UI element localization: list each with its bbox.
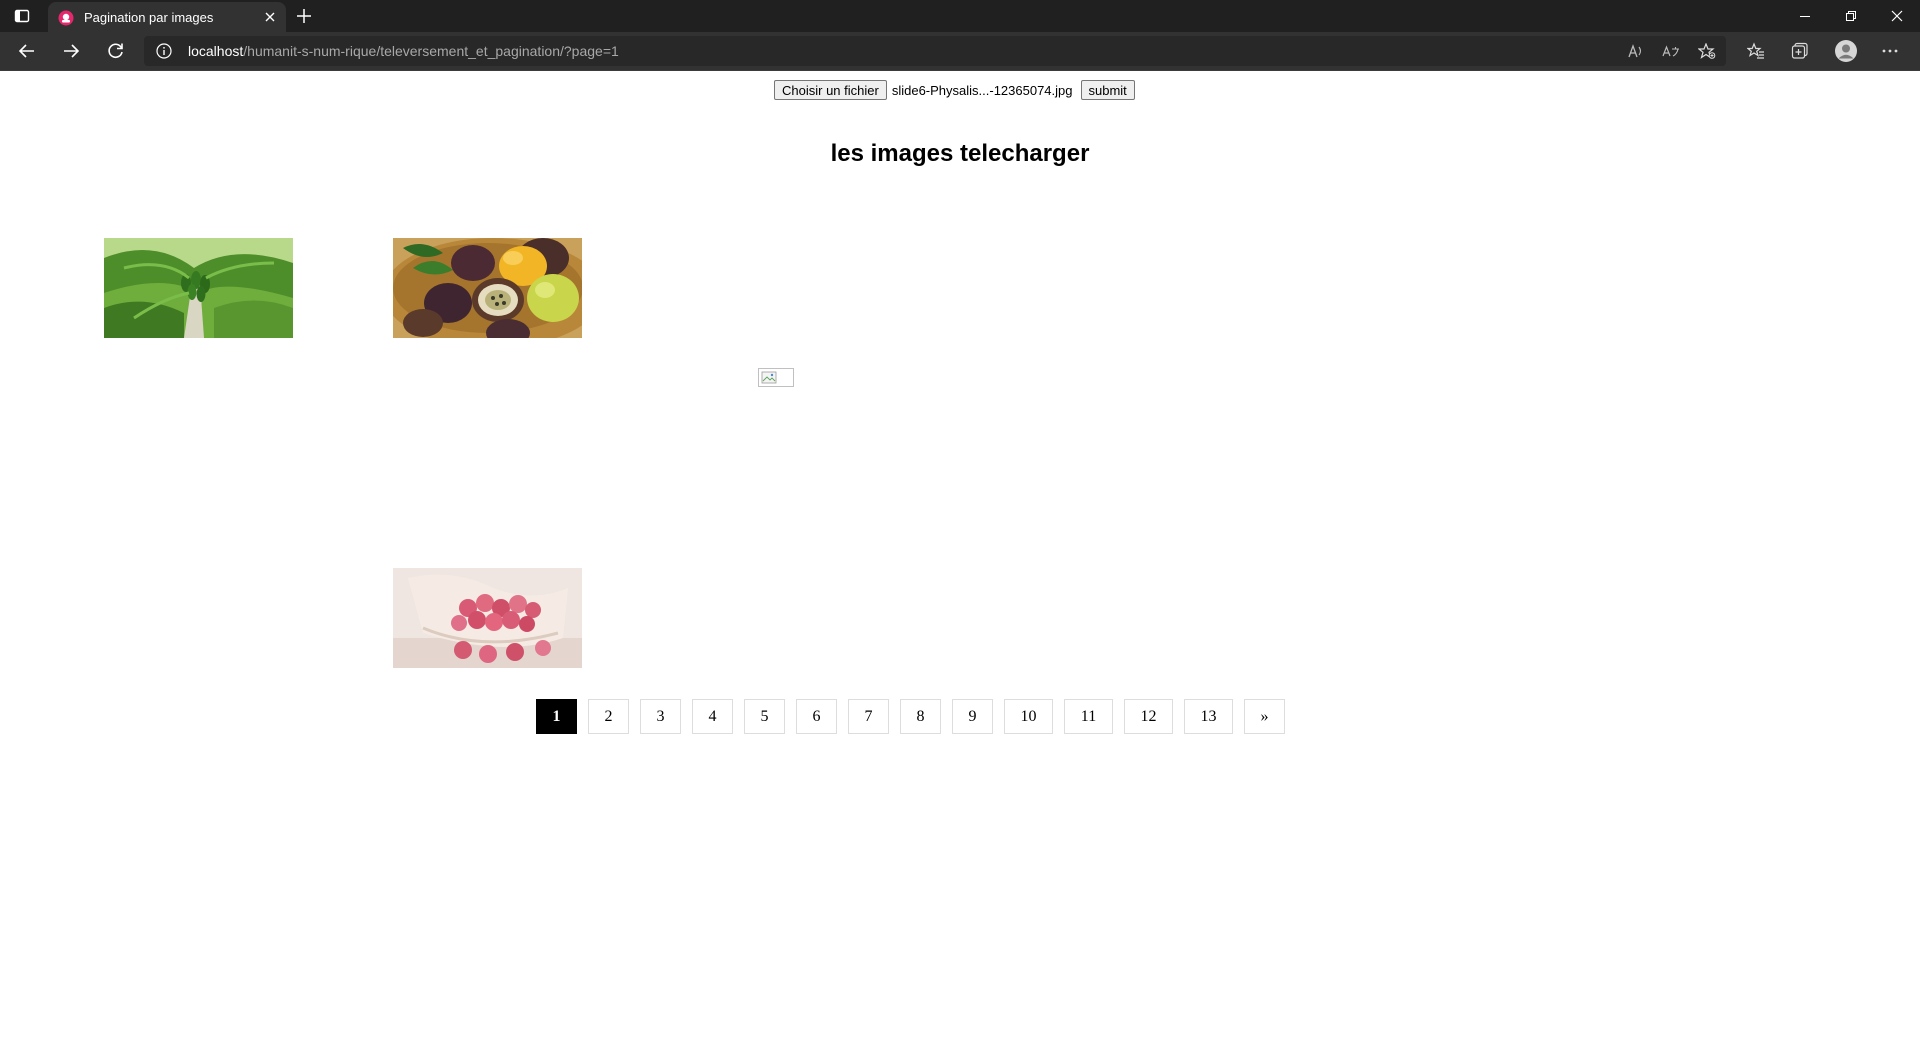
site-favicon-icon [58, 10, 74, 26]
restore-button[interactable] [1828, 0, 1874, 32]
page-link-8[interactable]: 8 [900, 699, 941, 734]
more-options-icon[interactable] [1881, 42, 1899, 60]
add-favorite-star-icon[interactable] [1698, 43, 1716, 59]
tab-title: Pagination par images [84, 10, 214, 25]
new-tab-icon[interactable] [296, 8, 312, 24]
minimize-icon [1800, 16, 1810, 17]
page-link-5[interactable]: 5 [744, 699, 785, 734]
selected-file-name: slide6-Physalis...-12365074.jpg [891, 82, 1073, 98]
collections-icon[interactable] [1791, 42, 1809, 60]
address-bar[interactable]: localhost/humanit-s-num-rique/televersem… [144, 36, 1726, 66]
broken-image-placeholder [758, 368, 794, 387]
forward-arrow-icon[interactable] [61, 41, 81, 61]
back-arrow-icon[interactable] [17, 41, 37, 61]
gallery-image-papaya[interactable] [104, 238, 293, 338]
page-link-2[interactable]: 2 [588, 699, 629, 734]
translate-icon[interactable] [1662, 43, 1680, 59]
favorites-icon[interactable] [1747, 42, 1765, 60]
broken-image-icon [761, 371, 777, 384]
restore-icon [1846, 11, 1856, 21]
minimize-button[interactable] [1782, 0, 1828, 32]
site-info-icon[interactable] [156, 43, 172, 59]
gallery-image-lychee[interactable] [393, 568, 582, 668]
refresh-icon[interactable] [106, 41, 126, 61]
browser-toolbar: localhost/humanit-s-num-rique/televersem… [0, 32, 1920, 71]
page-link-1[interactable]: 1 [536, 699, 577, 734]
page-link-12[interactable]: 12 [1124, 699, 1173, 734]
close-icon [1891, 10, 1903, 22]
next-page-link[interactable]: » [1244, 699, 1285, 734]
page-link-13[interactable]: 13 [1184, 699, 1233, 734]
tab-actions-icon[interactable] [14, 8, 30, 24]
url-host: localhost [188, 43, 244, 59]
profile-avatar-icon[interactable] [1835, 40, 1857, 62]
papaya-tree-image [104, 238, 293, 338]
page-link-6[interactable]: 6 [796, 699, 837, 734]
page-link-11[interactable]: 11 [1064, 699, 1113, 734]
submit-button[interactable]: submit [1080, 80, 1135, 100]
page-title: les images telecharger [830, 140, 1090, 167]
active-tab[interactable]: Pagination par images [48, 2, 286, 32]
url-path: /humanit-s-num-rique/televersement_et_pa… [243, 43, 619, 59]
choose-file-button[interactable]: Choisir un fichier [774, 80, 887, 100]
page-link-4[interactable]: 4 [692, 699, 733, 734]
tab-close-icon[interactable] [262, 9, 278, 25]
read-aloud-icon[interactable] [1627, 43, 1645, 59]
browser-tabbar: Pagination par images [0, 0, 1920, 32]
gallery-image-passion-fruit[interactable] [393, 238, 582, 338]
page-link-9[interactable]: 9 [952, 699, 993, 734]
lychee-bowl-image [393, 568, 582, 668]
close-window-button[interactable] [1874, 0, 1920, 32]
page-link-7[interactable]: 7 [848, 699, 889, 734]
page-link-10[interactable]: 10 [1004, 699, 1053, 734]
upload-form: Choisir un fichier slide6-Physalis...-12… [774, 80, 1135, 100]
page-link-3[interactable]: 3 [640, 699, 681, 734]
url-text: localhost/humanit-s-num-rique/televersem… [188, 43, 619, 59]
passion-fruit-image [393, 238, 582, 338]
